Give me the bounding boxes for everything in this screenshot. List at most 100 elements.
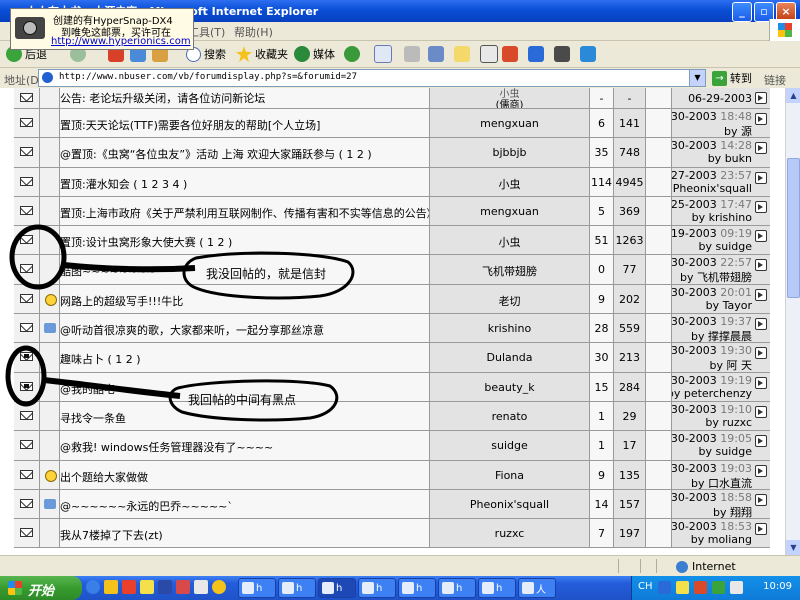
goto-last-post-icon[interactable] bbox=[755, 230, 767, 243]
last-post-by[interactable]: by 源 bbox=[724, 123, 752, 137]
taskbar-window-button[interactable]: h bbox=[278, 578, 316, 598]
thread-author[interactable]: 小虫 bbox=[430, 234, 589, 250]
thread-title[interactable]: @置顶:《虫窝“各位虫友”》活动 上海 欢迎大家踊跃参与 ( 1 2 ) bbox=[60, 146, 372, 162]
history-button[interactable] bbox=[344, 45, 360, 63]
language-indicator[interactable]: CH bbox=[638, 581, 653, 592]
thread-title-cell[interactable]: @置顶:《虫窝“各位虫友”》活动 上海 欢迎大家踊跃参与 ( 1 2 ) bbox=[60, 138, 430, 167]
thread-title-cell[interactable]: 我从7楼掉了下去(zt) bbox=[60, 519, 430, 548]
warning-quick-launch-icon[interactable] bbox=[140, 580, 154, 594]
thread-row[interactable]: 公告: 老论坛升级关闭，请各位访问新论坛 小虫 (儒商) - -06-29-2003 bbox=[14, 88, 770, 109]
taskbar-window-button[interactable]: h bbox=[238, 578, 276, 598]
taskbar-window-button[interactable]: h bbox=[398, 578, 436, 598]
ie-quick-launch-icon[interactable] bbox=[86, 580, 100, 594]
thread-author[interactable]: 飞机带翅膀 bbox=[430, 263, 589, 279]
thread-author[interactable]: krishino bbox=[430, 322, 589, 335]
tray-warning-icon[interactable] bbox=[676, 581, 689, 594]
qq-button[interactable] bbox=[502, 45, 518, 63]
word-quick-launch-icon[interactable] bbox=[158, 580, 172, 594]
goto-last-post-icon[interactable] bbox=[755, 523, 767, 536]
thread-title[interactable]: 寻找令一条鱼 bbox=[60, 410, 126, 426]
goto-last-post-icon[interactable] bbox=[755, 347, 767, 360]
tray-volume-icon[interactable] bbox=[730, 581, 743, 594]
thread-row[interactable]: 酷图~~~~~~~~ 飞机带翅膀 0 77 06-30-2003 22:57by 飞机带… bbox=[14, 255, 770, 285]
last-post-by[interactable]: by peterchenzy bbox=[672, 387, 752, 400]
thread-title[interactable]: @~~~~~~永远的巴乔~~~~~` bbox=[60, 498, 233, 514]
thread-row[interactable]: 置顶:上海市政府《关于严禁利用互联网制作、传播有害和不实等信息的公告》 mengx… bbox=[14, 196, 770, 227]
goto-last-post-icon[interactable] bbox=[755, 92, 767, 104]
thread-title-cell[interactable]: 置顶:灌水知会 ( 1 2 3 4 ) bbox=[60, 167, 430, 196]
goto-last-post-icon[interactable] bbox=[755, 435, 767, 448]
goto-last-post-icon[interactable] bbox=[755, 171, 767, 184]
goto-last-post-icon[interactable] bbox=[755, 493, 767, 506]
thread-row[interactable]: 出个题给大家做做 Fiona 9 135 06-30-2003 19:03by 口水直流 bbox=[14, 460, 770, 490]
thread-title[interactable]: 我从7楼掉了下去(zt) bbox=[60, 527, 163, 543]
thread-title-cell[interactable]: 网路上的超级写手!!!牛比 bbox=[60, 284, 430, 314]
last-post-by[interactable]: by Pheonix'squall bbox=[672, 182, 752, 195]
thread-author[interactable]: 小虫 bbox=[430, 176, 589, 192]
thread-title[interactable]: 网路上的超级写手!!!牛比 bbox=[60, 293, 183, 309]
thread-title[interactable]: 置顶:天天论坛(TTF)需要各位好朋友的帮助[个人立场] bbox=[60, 117, 320, 133]
app-quick-launch-icon[interactable] bbox=[176, 580, 190, 594]
thread-author[interactable]: suidge bbox=[430, 439, 589, 452]
address-input[interactable]: http://www.nbuser.com/vb/forumdisplay.ph… bbox=[38, 69, 706, 87]
thread-title-cell[interactable]: 公告: 老论坛升级关闭，请各位访问新论坛 bbox=[60, 88, 430, 108]
favorites-button[interactable]: 收藏夹 bbox=[236, 45, 288, 63]
thread-title-cell[interactable]: @~~~~~~永远的巴乔~~~~~` bbox=[60, 489, 430, 519]
discuss-button[interactable] bbox=[454, 45, 470, 63]
last-post-by[interactable]: by ruzxc bbox=[705, 416, 752, 429]
thread-row[interactable]: @我的酷宅 beauty_k 15 284 06-30-2003 19:19by pet… bbox=[14, 372, 770, 402]
thread-author[interactable]: ruzxc bbox=[430, 527, 589, 540]
taskbar-window-button[interactable]: h bbox=[318, 578, 356, 598]
thread-author[interactable]: Fiona bbox=[430, 469, 589, 482]
address-dropdown-icon[interactable]: ▼ bbox=[689, 70, 705, 86]
thread-row[interactable]: 置顶:天天论坛(TTF)需要各位好朋友的帮助[个人立场] mengxuan 6 141… bbox=[14, 109, 770, 139]
links-button[interactable]: 链接 bbox=[764, 72, 786, 88]
thread-title[interactable]: 置顶:上海市政府《关于严禁利用互联网制作、传播有害和不实等信息的公告》 bbox=[60, 205, 429, 221]
goto-last-post-icon[interactable] bbox=[755, 200, 767, 213]
last-post-by[interactable]: by 翔翔 bbox=[713, 504, 752, 518]
scroll-up-icon[interactable]: ▲ bbox=[786, 88, 800, 103]
thread-author[interactable]: mengxuan bbox=[430, 205, 589, 218]
scroll-down-icon[interactable]: ▼ bbox=[786, 540, 800, 555]
print-button[interactable] bbox=[404, 45, 420, 63]
thread-title-cell[interactable]: @救我! windows任务管理器没有了~~~~ bbox=[60, 431, 430, 460]
thread-title[interactable]: 置顶:设计虫窝形象大使大赛 ( 1 2 ) bbox=[60, 234, 232, 250]
last-post-by[interactable]: by suidge bbox=[699, 240, 752, 253]
tray-app-icon[interactable] bbox=[712, 581, 725, 594]
tool-icon-3[interactable] bbox=[580, 45, 596, 63]
last-post-by[interactable]: by moliang bbox=[691, 533, 752, 546]
thread-author[interactable]: Pheonix'squall bbox=[430, 498, 589, 511]
thread-row[interactable]: 网路上的超级写手!!!牛比 老切 9 202 06-30-2003 20:01by Ta… bbox=[14, 284, 770, 315]
edit-button[interactable] bbox=[428, 45, 444, 63]
thread-row[interactable]: 置顶:设计虫窝形象大使大赛 ( 1 2 ) 小虫 51 1263 06-19-2003 … bbox=[14, 226, 770, 256]
scroll-thumb[interactable] bbox=[787, 158, 800, 298]
thread-author[interactable]: beauty_k bbox=[430, 381, 589, 394]
taskbar-window-button[interactable]: 人 bbox=[518, 578, 556, 598]
thread-row[interactable]: 我从7楼掉了下去(zt) ruzxc 7 197 06-30-2003 18:53by … bbox=[14, 519, 770, 549]
media-button[interactable]: 媒体 bbox=[294, 45, 335, 63]
tray-app-icon[interactable] bbox=[694, 581, 707, 594]
goto-last-post-icon[interactable] bbox=[755, 464, 767, 477]
last-post-by[interactable]: by 飞机带翅膀 bbox=[680, 269, 752, 283]
goto-last-post-icon[interactable] bbox=[755, 288, 767, 301]
taskbar-window-button[interactable]: h bbox=[438, 578, 476, 598]
thread-row[interactable]: @听动首很凉爽的歌，大家都来听，一起分享那丝凉意 krishino 28 559 06-… bbox=[14, 314, 770, 344]
thread-title-cell[interactable]: @听动首很凉爽的歌，大家都来听，一起分享那丝凉意 bbox=[60, 314, 430, 343]
thread-row[interactable]: 趣味占卜 ( 1 2 ) Dulanda 30 213 06-30-2003 19:30… bbox=[14, 343, 770, 373]
menu-help[interactable]: 帮助(H) bbox=[234, 24, 273, 40]
thread-row[interactable]: @置顶:《虫窝“各位虫友”》活动 上海 欢迎大家踊跃参与 ( 1 2 ) bjbb… bbox=[14, 138, 770, 168]
goto-last-post-icon[interactable] bbox=[755, 318, 767, 331]
goto-last-post-icon[interactable] bbox=[755, 259, 767, 272]
goto-last-post-icon[interactable] bbox=[755, 113, 767, 125]
minimize-button[interactable]: _ bbox=[732, 2, 752, 22]
thread-title[interactable]: @听动首很凉爽的歌，大家都来听，一起分享那丝凉意 bbox=[60, 322, 324, 338]
thread-author[interactable]: renato bbox=[430, 410, 589, 423]
watermark-link[interactable]: http://www.hyperionics.com bbox=[51, 36, 191, 47]
last-post-by[interactable]: by Tayor bbox=[706, 299, 752, 312]
thread-title[interactable]: 酷图~~~~~~~~ bbox=[60, 263, 156, 279]
thread-author[interactable]: Dulanda bbox=[430, 351, 589, 364]
go-button[interactable]: → 转到 bbox=[712, 70, 752, 86]
app-quick-launch-icon[interactable] bbox=[122, 580, 136, 594]
thread-row[interactable]: @救我! windows任务管理器没有了~~~~ suidge 1 17 06-30-2… bbox=[14, 431, 770, 461]
thread-title-cell[interactable]: 置顶:天天论坛(TTF)需要各位好朋友的帮助[个人立场] bbox=[60, 109, 430, 138]
